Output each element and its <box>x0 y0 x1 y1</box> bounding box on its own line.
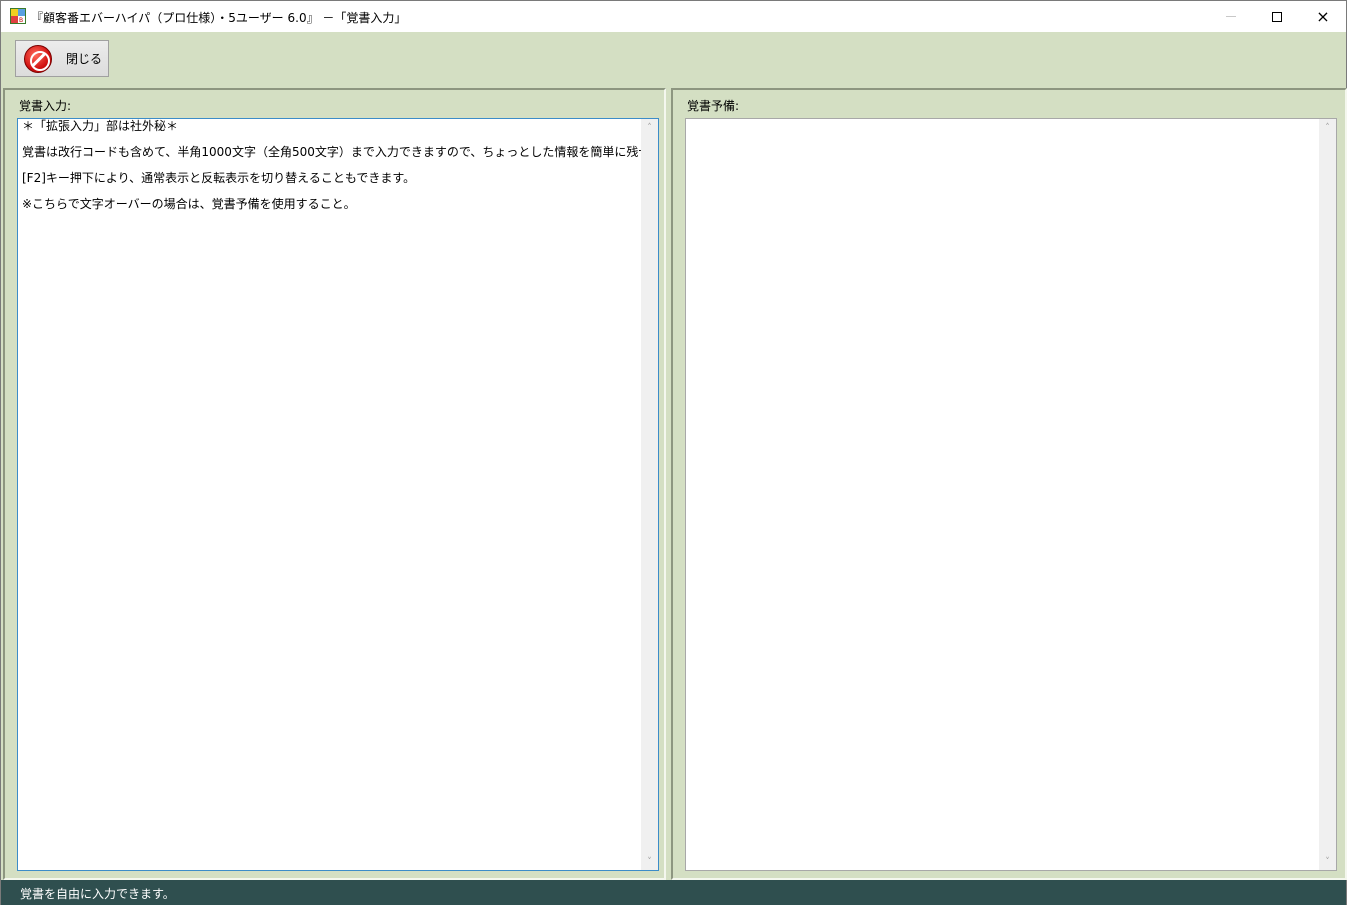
memo-input-scrollbar[interactable]: ˄ ˅ <box>641 119 658 870</box>
window-title: 『顧客番エバーハイパ（プロ仕様）・5ユーザー 6.0』 －「覚書入力」 <box>31 11 407 25</box>
memo-input-panel: 覚書入力: ＊「拡張入力」部は社外秘＊ 覚書は改行コードも含めて、半角1000文… <box>3 88 666 880</box>
memo-line: 覚書は改行コードも含めて、半角1000文字（全角500文字）まで入力できますので… <box>22 145 659 159</box>
close-button[interactable]: 閉じる <box>15 40 109 77</box>
svg-text:B: B <box>19 17 23 24</box>
close-window-button[interactable]: × <box>1300 1 1346 32</box>
scroll-down-icon[interactable]: ˅ <box>641 853 658 870</box>
status-text: 覚書を自由に入力できます。 <box>20 887 175 901</box>
toolbar: 閉じる <box>1 32 1346 88</box>
memo-spare-textarea[interactable]: ˄ ˅ <box>685 118 1337 871</box>
stop-icon <box>24 44 52 73</box>
maximize-button[interactable] <box>1254 1 1300 32</box>
memo-spare-label: 覚書予備: <box>687 99 740 113</box>
memo-input-label: 覚書入力: <box>19 99 72 113</box>
maximize-icon <box>1272 11 1282 22</box>
app-window: B 『顧客番エバーハイパ（プロ仕様）・5ユーザー 6.0』 －「覚書入力」 × … <box>0 0 1347 905</box>
scroll-up-icon[interactable]: ˄ <box>1319 119 1336 136</box>
close-button-label: 閉じる <box>66 52 103 66</box>
scroll-up-icon[interactable]: ˄ <box>641 119 658 136</box>
memo-spare-panel: 覚書予備: ˄ ˅ <box>671 88 1347 880</box>
memo-input-textarea[interactable]: ＊「拡張入力」部は社外秘＊ 覚書は改行コードも含めて、半角1000文字（全角50… <box>17 118 659 871</box>
title-bar: B 『顧客番エバーハイパ（プロ仕様）・5ユーザー 6.0』 －「覚書入力」 × <box>1 1 1346 32</box>
memo-input-content[interactable]: ＊「拡張入力」部は社外秘＊ 覚書は改行コードも含めて、半角1000文字（全角50… <box>22 119 659 217</box>
status-bar: 覚書を自由に入力できます。 <box>1 880 1346 905</box>
minimize-icon <box>1226 16 1236 17</box>
memo-line: [F2]キー押下により、通常表示と反転表示を切り替えることもできます。 <box>22 171 416 185</box>
memo-line: ※こちらで文字オーバーの場合は、覚書予備を使用すること。 <box>22 197 356 211</box>
memo-spare-scrollbar[interactable]: ˄ ˅ <box>1319 119 1336 870</box>
minimize-button[interactable] <box>1208 1 1254 32</box>
close-icon: × <box>1316 7 1330 26</box>
memo-line: ＊「拡張入力」部は社外秘＊ <box>22 119 179 133</box>
scroll-down-icon[interactable]: ˅ <box>1319 853 1336 870</box>
app-icon: B <box>10 8 26 24</box>
